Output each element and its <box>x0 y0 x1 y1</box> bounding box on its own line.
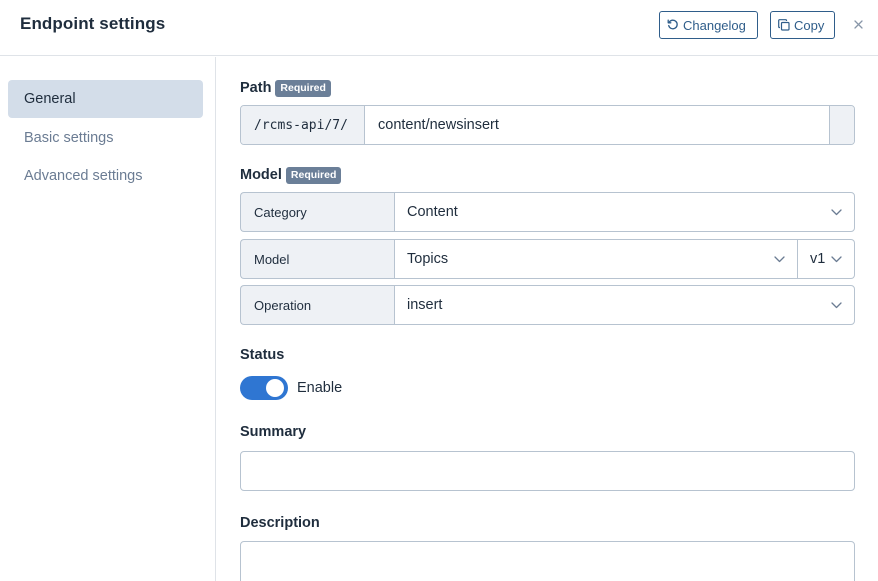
required-badge: Required <box>275 80 331 97</box>
operation-row: Operation insert <box>240 285 855 325</box>
status-toggle-label: Enable <box>297 380 343 396</box>
path-label-group: Path Required <box>240 80 331 97</box>
model-section-label: Model <box>240 167 282 184</box>
toggle-knob <box>266 379 284 397</box>
version-value: v1 <box>810 251 826 267</box>
copy-label: Copy <box>794 17 825 33</box>
path-label: Path <box>240 80 272 97</box>
operation-select[interactable]: insert <box>394 285 855 325</box>
category-value: Content <box>407 204 458 220</box>
operation-label: Operation <box>240 285 394 325</box>
dialog-header: Endpoint settings Changelog Copy <box>0 0 878 56</box>
model-label-group: Model Required <box>240 167 342 184</box>
status-toggle[interactable] <box>240 376 288 400</box>
status-label: Status <box>240 347 285 363</box>
model-row: Model Topics v1 <box>240 239 855 279</box>
chevron-down-icon <box>831 301 842 308</box>
path-field: /rcms-api/7/ <box>240 105 855 145</box>
settings-sidebar: General Basic settings Advanced settings <box>0 57 216 581</box>
path-input[interactable] <box>365 106 829 144</box>
changelog-label: Changelog <box>683 17 746 33</box>
path-suffix <box>829 106 854 144</box>
model-label: Model <box>240 239 394 279</box>
category-label: Category <box>240 192 394 232</box>
model-select[interactable]: Topics <box>394 239 798 279</box>
description-textarea[interactable] <box>240 541 855 581</box>
sidebar-item-advanced-settings[interactable]: Advanced settings <box>8 157 203 195</box>
description-label: Description <box>240 515 320 531</box>
operation-value: insert <box>407 297 443 313</box>
summary-input[interactable] <box>240 451 855 491</box>
path-prefix: /rcms-api/7/ <box>241 106 365 144</box>
summary-label: Summary <box>240 424 307 440</box>
copy-button[interactable]: Copy <box>770 11 835 39</box>
chevron-down-icon <box>774 255 785 262</box>
category-row: Category Content <box>240 192 855 232</box>
copy-icon <box>778 19 790 31</box>
category-select[interactable]: Content <box>394 192 855 232</box>
sidebar-item-basic-settings[interactable]: Basic settings <box>8 119 203 157</box>
required-badge: Required <box>285 167 342 184</box>
chevron-down-icon <box>831 255 842 262</box>
model-value: Topics <box>407 251 449 267</box>
close-icon[interactable] <box>852 18 865 31</box>
sidebar-item-general[interactable]: General <box>8 80 203 118</box>
dialog-title: Endpoint settings <box>20 14 166 33</box>
chevron-down-icon <box>831 208 842 215</box>
changelog-button[interactable]: Changelog <box>659 11 758 39</box>
version-select[interactable]: v1 <box>798 239 855 279</box>
history-icon <box>667 19 678 30</box>
